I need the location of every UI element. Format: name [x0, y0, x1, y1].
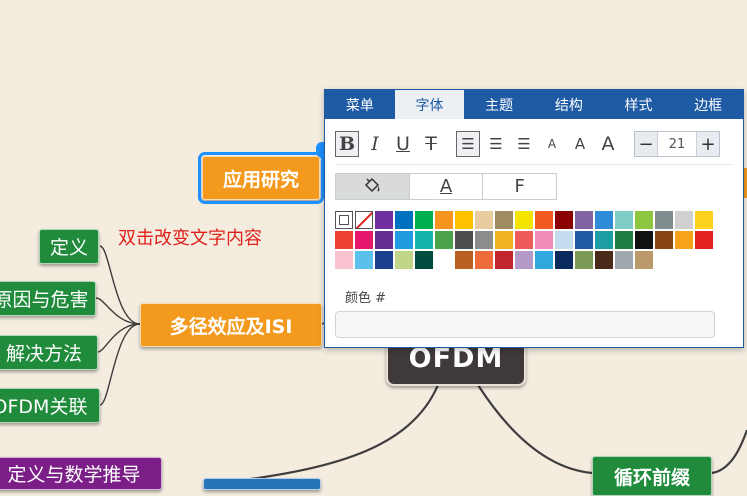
color-swatch[interactable]: [395, 211, 413, 229]
align-left-button[interactable]: ☰: [456, 131, 480, 157]
leaf-cause-harm[interactable]: 原因与危害: [0, 281, 96, 316]
color-swatch[interactable]: [615, 251, 633, 269]
toolbar-divider: [335, 164, 733, 165]
color-hex-input[interactable]: [335, 311, 715, 338]
paint-bucket-icon: [365, 177, 380, 192]
color-swatch[interactable]: [375, 211, 393, 229]
font-family-mode[interactable]: F: [483, 174, 556, 199]
color-swatch[interactable]: [395, 231, 413, 249]
leaf-definition-math[interactable]: 定义与数学推导: [0, 457, 162, 490]
color-swatch[interactable]: [695, 231, 713, 249]
color-swatch[interactable]: [455, 231, 473, 249]
color-swatch[interactable]: [695, 211, 713, 229]
color-swatch[interactable]: [595, 231, 613, 249]
color-hex-label: 颜色 #: [345, 291, 387, 306]
color-swatch[interactable]: [435, 231, 453, 249]
color-swatch[interactable]: [635, 251, 653, 269]
color-swatch[interactable]: [415, 231, 433, 249]
color-swatch[interactable]: [555, 231, 573, 249]
color-swatch[interactable]: [575, 251, 593, 269]
node-application-research[interactable]: 应用研究: [198, 152, 324, 204]
underline-button[interactable]: U: [391, 131, 415, 157]
align-right-button[interactable]: ☰: [512, 131, 536, 157]
bold-button[interactable]: B: [335, 131, 359, 157]
color-swatch-grid: [335, 211, 713, 269]
tab-theme[interactable]: 主题: [464, 90, 534, 119]
color-swatch[interactable]: [475, 251, 493, 269]
swatch-no-color[interactable]: [355, 211, 373, 229]
color-swatch[interactable]: [455, 211, 473, 229]
font-size-large-button[interactable]: A: [596, 131, 620, 157]
color-swatch[interactable]: [395, 251, 413, 269]
color-mode-switch: A F: [335, 173, 557, 200]
color-swatch[interactable]: [535, 211, 553, 229]
color-swatch[interactable]: [535, 231, 553, 249]
text-color-mode[interactable]: A: [410, 174, 484, 199]
color-swatch[interactable]: [555, 251, 573, 269]
swatch-white-selected[interactable]: [335, 211, 353, 229]
color-swatch[interactable]: [415, 211, 433, 229]
color-swatch[interactable]: [515, 211, 533, 229]
color-swatch[interactable]: [635, 211, 653, 229]
tab-border[interactable]: 边框: [673, 90, 743, 119]
color-swatch[interactable]: [495, 211, 513, 229]
strikethrough-button[interactable]: T: [419, 131, 443, 157]
node-partial-blue[interactable]: [203, 478, 321, 490]
tab-style[interactable]: 样式: [604, 90, 674, 119]
background-fill-mode[interactable]: [336, 174, 410, 199]
node-cyclic-prefix[interactable]: 循环前缀: [592, 456, 712, 496]
color-swatch[interactable]: [355, 231, 373, 249]
format-panel: 菜单 字体 主题 结构 样式 边框 B I U T ☰ ☰ ☰ A A A − …: [324, 89, 744, 348]
color-swatch[interactable]: [435, 251, 453, 269]
color-swatch[interactable]: [455, 251, 473, 269]
color-swatch[interactable]: [435, 211, 453, 229]
color-swatch[interactable]: [615, 211, 633, 229]
color-swatch[interactable]: [655, 211, 673, 229]
color-swatch[interactable]: [475, 211, 493, 229]
color-swatch[interactable]: [335, 251, 353, 269]
tab-menu[interactable]: 菜单: [325, 90, 395, 119]
color-swatch[interactable]: [575, 211, 593, 229]
color-swatch[interactable]: [615, 231, 633, 249]
color-swatch[interactable]: [595, 211, 613, 229]
color-swatch[interactable]: [535, 251, 553, 269]
color-swatch[interactable]: [375, 251, 393, 269]
node-multipath-isi[interactable]: 多径效应及ISI: [140, 303, 322, 347]
color-swatch[interactable]: [355, 251, 373, 269]
color-swatch[interactable]: [515, 251, 533, 269]
color-swatch[interactable]: [575, 231, 593, 249]
color-swatch[interactable]: [675, 211, 693, 229]
color-swatch[interactable]: [635, 231, 653, 249]
color-swatch[interactable]: [415, 251, 433, 269]
color-swatch[interactable]: [655, 231, 673, 249]
font-size-stepper: − 21 +: [634, 131, 720, 157]
font-size-small-button[interactable]: A: [540, 131, 564, 157]
color-swatch[interactable]: [555, 211, 573, 229]
color-swatch[interactable]: [495, 231, 513, 249]
font-toolbar: B I U T ☰ ☰ ☰ A A A − 21 +: [335, 131, 733, 157]
align-center-button[interactable]: ☰: [484, 131, 508, 157]
font-size-medium-button[interactable]: A: [568, 131, 592, 157]
color-swatch[interactable]: [375, 231, 393, 249]
color-swatch[interactable]: [675, 231, 693, 249]
font-size-increase-button[interactable]: +: [697, 132, 719, 156]
color-swatch[interactable]: [595, 251, 613, 269]
italic-button[interactable]: I: [363, 131, 387, 157]
color-swatch[interactable]: [335, 231, 353, 249]
font-size-decrease-button[interactable]: −: [635, 132, 657, 156]
panel-tabs: 菜单 字体 主题 结构 样式 边框: [325, 90, 743, 119]
tab-structure[interactable]: 结构: [534, 90, 604, 119]
font-size-value[interactable]: 21: [657, 132, 697, 156]
leaf-ofdm-relation[interactable]: OFDM关联: [0, 388, 100, 423]
leaf-solution[interactable]: 解决方法: [0, 335, 98, 370]
edit-hint-text: 双击改变文字内容: [118, 228, 262, 249]
color-swatch[interactable]: [495, 251, 513, 269]
color-swatch[interactable]: [475, 231, 493, 249]
leaf-definition[interactable]: 定义: [39, 229, 99, 264]
tab-font[interactable]: 字体: [394, 90, 465, 119]
color-swatch[interactable]: [515, 231, 533, 249]
